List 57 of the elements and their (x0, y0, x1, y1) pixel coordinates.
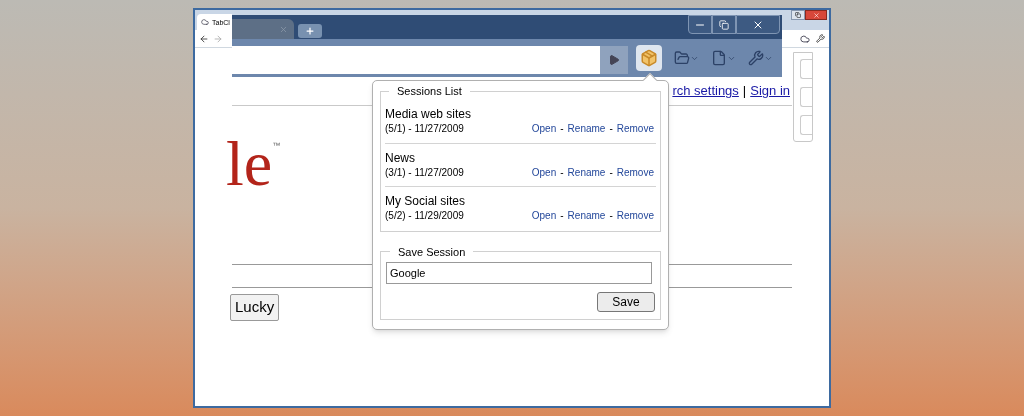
minimize-button[interactable] (688, 15, 712, 34)
play-icon (608, 54, 620, 66)
plus-icon (305, 26, 315, 36)
session-name: Media web sites (385, 108, 473, 120)
save-button[interactable]: Save (597, 292, 655, 312)
go-button[interactable] (600, 46, 628, 74)
session-action-link[interactable]: Open (531, 124, 557, 134)
session-action-link[interactable]: Rename (567, 210, 606, 221)
session-info: (5/2) - 11/29/2009 (385, 210, 464, 221)
logo: le (226, 132, 273, 196)
session-action-link[interactable]: Open (531, 167, 557, 178)
settings-menu-button[interactable] (748, 50, 773, 66)
page-menu-button[interactable] (711, 50, 736, 66)
close-tab-icon[interactable] (279, 24, 288, 34)
extension-button[interactable] (636, 45, 662, 71)
session-action-link[interactable]: Open (531, 210, 557, 221)
restore-icon (795, 12, 801, 18)
page-icon (711, 50, 727, 66)
panel-legend: Save Session (390, 243, 474, 260)
wrench-icon[interactable] (816, 34, 825, 43)
action-separator: - (560, 210, 564, 221)
panel-legend: Sessions List (389, 83, 470, 100)
session-action-link[interactable]: Remove (616, 210, 654, 221)
session-action-link[interactable]: Rename (567, 167, 606, 178)
maximize-button[interactable] (791, 10, 805, 20)
maximize-button[interactable] (712, 15, 736, 34)
lucky-button[interactable]: Lucky (230, 294, 280, 321)
restore-icon (719, 19, 729, 30)
link-separator: | (742, 82, 747, 101)
cloud-icon[interactable] (800, 33, 810, 44)
folder-icon (674, 50, 690, 66)
wrench-icon (748, 50, 764, 66)
action-separator: - (609, 124, 613, 134)
cloud-icon (201, 18, 209, 26)
new-tab-button[interactable] (298, 24, 322, 38)
close-button[interactable] (805, 10, 827, 20)
action-separator: - (560, 124, 564, 134)
action-separator: - (609, 167, 613, 178)
package-icon (640, 49, 658, 67)
close-button[interactable] (736, 15, 780, 34)
session-name: News (385, 151, 416, 164)
session-action-link[interactable]: Rename (567, 124, 606, 134)
close-icon (812, 11, 820, 19)
settings-link[interactable]: rch settings (672, 81, 739, 101)
address-field[interactable] (232, 46, 600, 74)
session-info: (3/1) - 11/27/2009 (385, 167, 464, 178)
action-separator: - (560, 167, 564, 178)
session-name: My Social sites (385, 194, 467, 207)
session-action-link[interactable]: Remove (616, 167, 654, 178)
trademark-mark: ™ (272, 140, 281, 152)
session-action-link[interactable]: Remove (616, 124, 654, 134)
back-icon[interactable] (199, 33, 209, 44)
action-separator: - (609, 210, 613, 221)
bookmark-menu-button[interactable] (674, 50, 699, 66)
session-name-field[interactable]: Google (386, 262, 652, 284)
sign-in-link[interactable]: Sign in (750, 81, 790, 101)
session-info: (5/1) - 11/27/2009 (385, 124, 464, 134)
